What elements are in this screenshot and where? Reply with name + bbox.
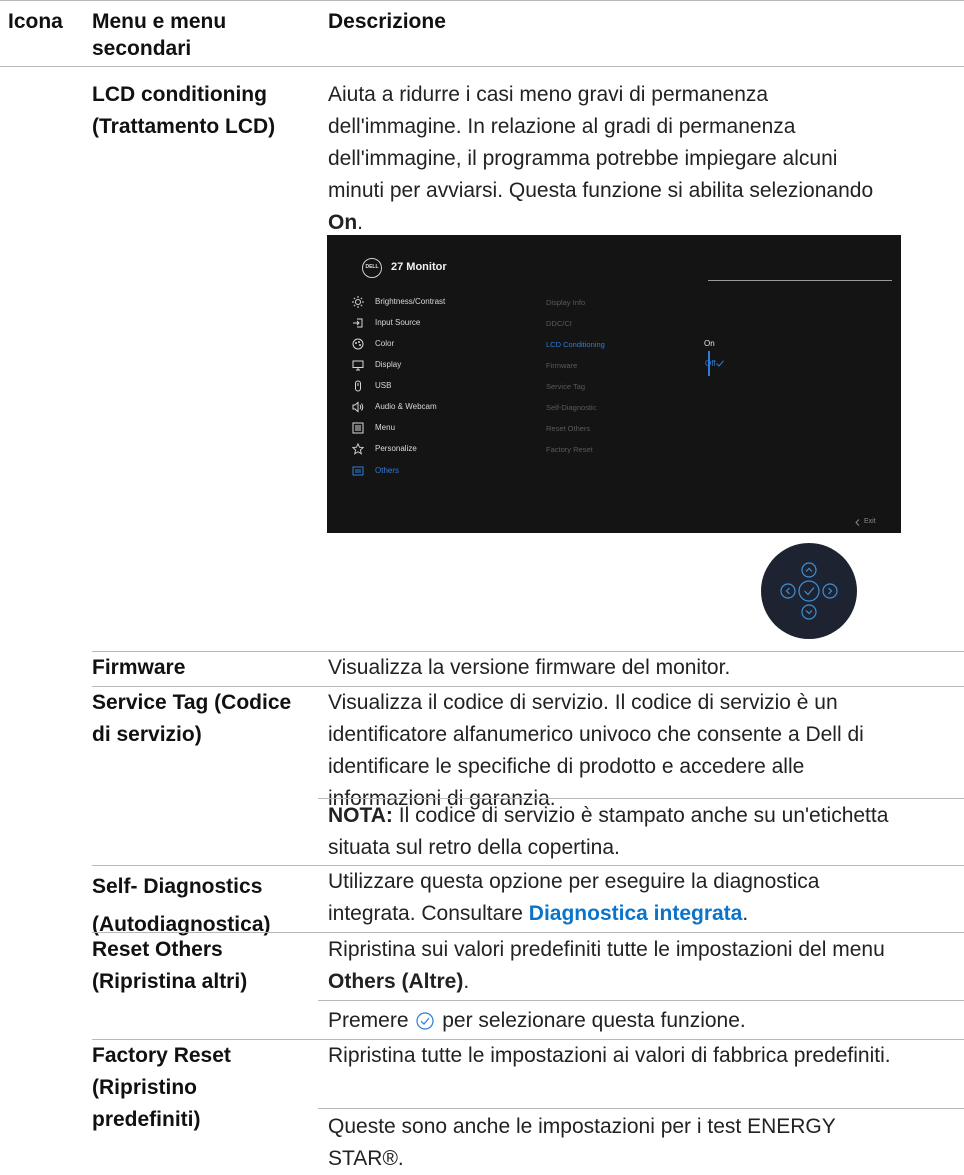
header-desc-col: Descrizione bbox=[328, 10, 446, 33]
header-menu-col: Menu e menu secondari bbox=[92, 10, 227, 60]
row-desc-service-tag: Visualizza il codice di servizio. Il cod… bbox=[328, 691, 864, 810]
row-name-firmware: Firmware bbox=[92, 656, 186, 679]
osd-sub-self-diagnostic[interactable]: Self-Diagnostic bbox=[546, 403, 596, 412]
osd-title-rule bbox=[708, 280, 892, 281]
chevron-left-icon bbox=[855, 519, 860, 526]
joystick-icon bbox=[761, 543, 857, 639]
row-name-service-tag: Service Tag (Codice di servizio) bbox=[92, 691, 292, 746]
display-icon bbox=[352, 360, 364, 371]
osd-screenshot: DELL 27 Monitor Brightness/Contrast Inpu… bbox=[327, 235, 901, 533]
osd-option-off[interactable]: Off bbox=[705, 359, 716, 368]
check-circle-icon bbox=[416, 1012, 434, 1030]
menu-icon bbox=[352, 422, 364, 434]
osd-sub-lcd-conditioning[interactable]: LCD Conditioning bbox=[546, 340, 605, 349]
check-icon bbox=[716, 360, 724, 367]
osd-sub-factory-reset[interactable]: Factory Reset bbox=[546, 445, 593, 454]
row-desc-lcd-conditioning: Aiuta a ridurre i casi meno gravi di per… bbox=[328, 83, 874, 234]
row-subrule-3 bbox=[318, 798, 964, 799]
osd-sub-reset-others[interactable]: Reset Others bbox=[546, 424, 590, 433]
row-subrule-6 bbox=[318, 1108, 964, 1109]
input-source-icon bbox=[353, 318, 363, 328]
osd-sub-service-tag[interactable]: Service Tag bbox=[546, 382, 585, 391]
diagnostica-integrata-link[interactable]: Diagnostica integrata bbox=[529, 902, 743, 925]
row-name-lcd-conditioning: LCD conditioning (Trattamento LCD) bbox=[92, 83, 276, 138]
osd-option-on[interactable]: On bbox=[704, 339, 715, 348]
usb-icon bbox=[355, 380, 361, 392]
header-rule bbox=[0, 66, 964, 67]
audio-icon bbox=[352, 401, 364, 413]
row-name-reset-others: Reset Others (Ripristina altri) bbox=[92, 938, 248, 993]
dell-logo: DELL bbox=[362, 258, 382, 278]
star-icon bbox=[352, 443, 364, 455]
row-subrule-5 bbox=[318, 1000, 964, 1001]
row-note-service-tag: NOTA: Il codice di servizio è stampato a… bbox=[328, 804, 889, 859]
osd-sub-firmware[interactable]: Firmware bbox=[546, 361, 577, 370]
top-rule bbox=[0, 0, 964, 1]
row-desc-factory-reset: Ripristina tutte le impostazioni ai valo… bbox=[328, 1044, 891, 1067]
row-desc-reset-others: Ripristina sui valori predefiniti tutte … bbox=[328, 938, 885, 993]
osd-title: 27 Monitor bbox=[391, 261, 447, 273]
row-desc-self-diagnostics: Utilizzare questa opzione per eseguire l… bbox=[328, 870, 820, 925]
osd-sub-ddcci[interactable]: DDC/CI bbox=[546, 319, 572, 328]
row-desc-firmware: Visualizza la versione firmware del moni… bbox=[328, 656, 731, 679]
brightness-icon bbox=[352, 296, 364, 308]
osd-sub-display-info[interactable]: Display Info bbox=[546, 298, 585, 307]
row-rule-4 bbox=[92, 932, 964, 933]
header-icon-col: Icona bbox=[8, 10, 63, 33]
row-extra-factory-reset: Queste sono anche le impostazioni per i … bbox=[328, 1115, 836, 1170]
row-extra-reset-others: Premere per selezionare questa funzione. bbox=[328, 1009, 746, 1032]
osd-exit[interactable]: Exit bbox=[864, 518, 876, 525]
color-icon bbox=[352, 338, 364, 350]
others-icon bbox=[352, 466, 364, 476]
row-name-factory-reset: Factory Reset (Ripristino predefiniti) bbox=[92, 1044, 231, 1131]
